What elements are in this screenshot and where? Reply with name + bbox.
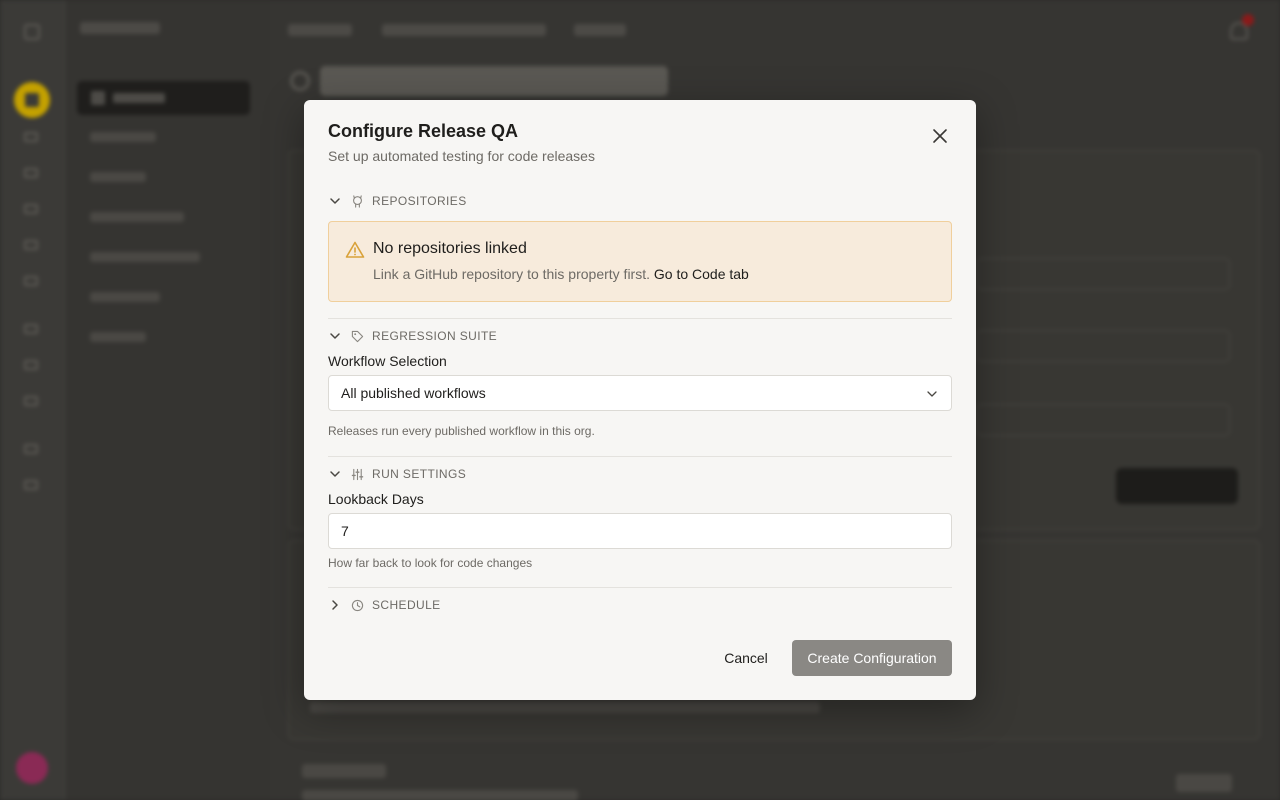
no-repositories-alert: No repositories linked Link a GitHub rep… bbox=[328, 221, 952, 302]
rail-nav-icon bbox=[24, 360, 38, 370]
bg-input bbox=[976, 258, 1230, 290]
clock-icon bbox=[350, 598, 364, 612]
sidebar-item-active bbox=[77, 81, 250, 115]
lookback-days-help: How far back to look for code changes bbox=[328, 556, 533, 570]
bg-input bbox=[976, 404, 1230, 436]
sidebar-item bbox=[90, 132, 156, 142]
rail-nav-icon bbox=[24, 168, 38, 178]
lookback-days-input[interactable] bbox=[328, 513, 952, 549]
section-label: REGRESSION SUITE bbox=[372, 329, 498, 343]
section-label: REPOSITORIES bbox=[372, 194, 467, 208]
rail-nav-icon bbox=[24, 444, 38, 454]
tag-icon bbox=[350, 329, 364, 343]
avatar bbox=[16, 752, 48, 784]
breadcrumb bbox=[382, 24, 546, 36]
lookback-days-label: Lookback Days bbox=[328, 491, 424, 507]
rail-nav-icon bbox=[24, 396, 38, 406]
alert-title: No repositories linked bbox=[373, 240, 527, 257]
warning-triangle-icon bbox=[345, 241, 365, 258]
select-value: All published workflows bbox=[341, 385, 486, 401]
chevron-down-icon bbox=[328, 329, 342, 343]
sidebar-item bbox=[90, 212, 184, 222]
bg-save-button bbox=[1116, 468, 1238, 504]
chevron-down-icon bbox=[328, 467, 342, 481]
sidebar bbox=[65, 0, 270, 800]
section-schedule-toggle[interactable]: SCHEDULE bbox=[328, 596, 441, 614]
section-repositories-toggle[interactable]: REPOSITORIES bbox=[328, 192, 467, 210]
section-regression-toggle[interactable]: REGRESSION SUITE bbox=[328, 327, 497, 345]
section-divider bbox=[328, 318, 952, 319]
notification-badge bbox=[1242, 14, 1254, 26]
configure-release-qa-dialog: Configure Release QA Set up automated te… bbox=[304, 100, 976, 700]
page-title bbox=[320, 66, 668, 96]
cancel-button[interactable]: Cancel bbox=[712, 640, 780, 676]
rail-nav-icon bbox=[24, 240, 38, 250]
rail-nav-icon bbox=[24, 204, 38, 214]
bg-text bbox=[302, 790, 578, 800]
section-divider bbox=[328, 456, 952, 457]
workflow-selection-help: Releases run every published workflow in… bbox=[328, 424, 595, 438]
workflow-selection-label: Workflow Selection bbox=[328, 353, 447, 369]
sliders-icon bbox=[350, 467, 364, 481]
rail-nav-icon bbox=[24, 132, 38, 142]
close-icon bbox=[933, 129, 947, 143]
rail-nav-icon bbox=[24, 276, 38, 286]
org-name bbox=[80, 22, 160, 34]
close-button[interactable] bbox=[928, 124, 952, 148]
dialog-title: Configure Release QA bbox=[328, 121, 519, 141]
section-run-settings-toggle[interactable]: RUN SETTINGS bbox=[328, 465, 466, 483]
sidebar-item bbox=[90, 172, 146, 182]
section-label: RUN SETTINGS bbox=[372, 467, 467, 481]
sidebar-item bbox=[90, 252, 200, 262]
create-configuration-button[interactable]: Create Configuration bbox=[792, 640, 952, 676]
alert-message: Link a GitHub repository to this propert… bbox=[373, 266, 650, 282]
section-label: SCHEDULE bbox=[372, 598, 441, 612]
icon-rail bbox=[0, 0, 64, 800]
section-divider bbox=[328, 587, 952, 588]
bg-button bbox=[1176, 774, 1232, 792]
menu-icon bbox=[24, 24, 40, 40]
go-to-code-tab-link[interactable]: Go to Code tab bbox=[654, 266, 749, 282]
chevron-right-icon bbox=[328, 598, 342, 612]
workflow-selection-select[interactable]: All published workflows bbox=[328, 375, 952, 411]
github-icon bbox=[350, 194, 364, 208]
bg-text bbox=[310, 702, 820, 713]
bg-input bbox=[976, 330, 1230, 362]
breadcrumb bbox=[288, 24, 352, 36]
sidebar-item bbox=[90, 332, 146, 342]
dialog-subtitle: Set up automated testing for code releas… bbox=[328, 148, 595, 164]
sidebar-item bbox=[90, 292, 160, 302]
page-icon bbox=[290, 71, 310, 91]
workspace-logo bbox=[14, 82, 50, 118]
breadcrumb bbox=[574, 24, 626, 36]
rail-nav-icon bbox=[24, 480, 38, 490]
alert-text: Link a GitHub repository to this propert… bbox=[373, 266, 749, 282]
chevron-down-icon bbox=[927, 391, 937, 397]
rail-nav-icon bbox=[24, 324, 38, 334]
chevron-down-icon bbox=[328, 194, 342, 208]
bg-heading bbox=[302, 764, 386, 778]
